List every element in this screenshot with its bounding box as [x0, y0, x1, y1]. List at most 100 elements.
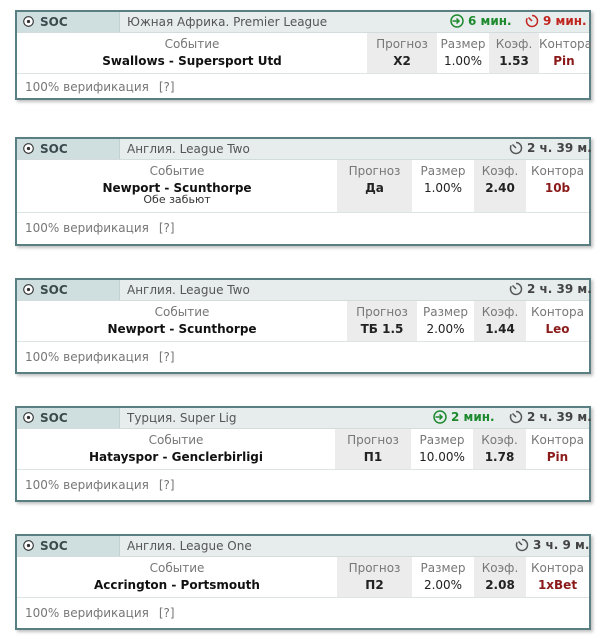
- bet-columns: Событие Newport - Scunthorpe Прогноз ТБ …: [17, 301, 589, 341]
- forecast-header: Прогноз: [376, 37, 428, 51]
- time-end-value: 9 мин.: [543, 14, 587, 28]
- forecast-column: Прогноз Да: [337, 160, 412, 212]
- coef-column: Коэф. 1.44: [474, 301, 526, 341]
- time-end-value: 2 ч. 39 м.: [527, 282, 592, 296]
- coef-column: Коэф. 2.40: [474, 160, 526, 212]
- event-name: Accrington - Portsmouth: [94, 578, 260, 592]
- forecast-value: Да: [365, 181, 384, 195]
- bookmaker-column: Контора Pin: [526, 429, 589, 469]
- verification-help-link[interactable]: [?]: [159, 606, 175, 620]
- size-header: Размер: [420, 164, 466, 178]
- soccer-ball-icon: [23, 284, 34, 295]
- sport-code: SOC: [40, 539, 68, 553]
- forecast-value: X2: [393, 54, 411, 68]
- bet-card: SOC Англия. League One 3 ч. 9 м. Событие…: [15, 534, 591, 630]
- bet-columns: Событие Accrington - Portsmouth Прогноз …: [17, 557, 589, 597]
- event-market: Обе забьют: [143, 193, 211, 206]
- card-footer: 100% верификация [?]: [17, 341, 589, 373]
- time-start-value: 2 мин.: [451, 410, 495, 424]
- card-footer: 100% верификация [?]: [17, 73, 589, 99]
- bookmaker-value: Pin: [546, 450, 569, 464]
- event-column: Событие Newport - Scunthorpe: [17, 301, 347, 341]
- verification-text: 100% верификация [?]: [25, 350, 175, 364]
- coef-value: 2.40: [485, 181, 515, 195]
- verification-label: 100% верификация: [25, 221, 149, 235]
- sport-code: SOC: [40, 283, 68, 297]
- time-to-start: 2 мин.: [433, 410, 495, 424]
- size-header: Размер: [440, 37, 486, 51]
- size-column: Размер 2.00%: [417, 301, 474, 341]
- sport-cell: SOC: [17, 536, 120, 556]
- size-column: Размер 10.00%: [411, 429, 473, 469]
- enter-clock-icon: [433, 410, 447, 424]
- coef-header: Коэф.: [481, 164, 519, 178]
- size-column: Размер 1.00%: [437, 33, 489, 73]
- verification-help-link[interactable]: [?]: [159, 478, 175, 492]
- size-value: 2.00%: [423, 578, 463, 592]
- coef-column: Коэф. 2.08: [474, 557, 526, 597]
- time-to-end: 3 ч. 9 м.: [515, 538, 589, 552]
- time-end-value: 3 ч. 9 м.: [533, 538, 590, 552]
- coef-header: Коэф.: [495, 37, 533, 51]
- forecast-value: ТБ 1.5: [360, 322, 404, 336]
- bet-columns: Событие Swallows - Supersport Utd Прогно…: [17, 33, 593, 73]
- sport-code: SOC: [40, 411, 68, 425]
- size-value: 1.00%: [443, 54, 483, 68]
- event-name: Hatayspor - Genclerbirligi: [88, 450, 264, 464]
- verification-label: 100% верификация: [25, 478, 149, 492]
- soccer-ball-icon: [23, 540, 34, 551]
- sport-cell: SOC: [17, 280, 120, 300]
- sport-code: SOC: [40, 15, 68, 29]
- soccer-ball-icon: [23, 143, 34, 154]
- forecast-column: Прогноз П1: [335, 429, 411, 469]
- time-end-value: 2 ч. 39 м.: [527, 410, 592, 424]
- coef-header: Коэф.: [481, 561, 519, 575]
- league-name: Турция. Super Lig: [127, 411, 237, 425]
- coef-value: 1.78: [484, 450, 515, 464]
- size-header: Размер: [422, 305, 469, 319]
- verification-text: 100% верификация [?]: [25, 80, 175, 94]
- sport-cell: SOC: [17, 12, 120, 32]
- event-header: Событие: [149, 561, 205, 575]
- forecast-column: Прогноз X2: [367, 33, 437, 73]
- coef-value: 1.53: [499, 54, 529, 68]
- forecast-column: Прогноз П2: [337, 557, 412, 597]
- card-footer: 100% верификация [?]: [17, 469, 589, 501]
- verification-help-link[interactable]: [?]: [159, 221, 175, 235]
- bookmaker-value: Leo: [545, 322, 570, 336]
- bookmaker-value: 1xBet: [537, 578, 578, 592]
- event-header: Событие: [154, 305, 210, 319]
- bet-card: SOC Англия. League Two 2 ч. 39 м. Событи…: [15, 137, 592, 246]
- soccer-ball-icon: [23, 412, 34, 423]
- bookmaker-value: 10b: [544, 181, 571, 195]
- event-column: Событие Swallows - Supersport Utd: [17, 33, 367, 73]
- size-column: Размер 1.00%: [412, 160, 474, 212]
- bookmaker-column: Контора 1xBet: [526, 557, 589, 597]
- size-header: Размер: [419, 433, 465, 447]
- bookmaker-value: Pin: [553, 54, 575, 68]
- card-header: SOC Англия. League Two 2 ч. 39 м.: [17, 280, 592, 301]
- verification-label: 100% верификация: [25, 350, 149, 364]
- verification-help-link[interactable]: [?]: [159, 350, 175, 364]
- verification-help-link[interactable]: [?]: [159, 80, 175, 94]
- sport-cell: SOC: [17, 408, 120, 428]
- verification-text: 100% верификация [?]: [25, 478, 175, 492]
- size-value: 2.00%: [426, 322, 465, 336]
- time-to-start: 6 мин.: [450, 14, 512, 28]
- sport-cell: SOC: [17, 139, 120, 159]
- forecast-column: Прогноз ТБ 1.5: [347, 301, 417, 341]
- bookmaker-header: Контора: [539, 37, 593, 51]
- bookmaker-header: Контора: [530, 561, 584, 575]
- bet-columns: Событие Hatayspor - Genclerbirligi Прогн…: [17, 429, 589, 469]
- time-to-end: 9 мин.: [525, 14, 587, 28]
- event-header: Событие: [148, 433, 204, 447]
- time-start-value: 6 мин.: [468, 14, 512, 28]
- card-header: SOC Англия. League One 3 ч. 9 м.: [17, 536, 589, 557]
- card-footer: 100% верификация [?]: [17, 212, 589, 245]
- event-column: Событие Newport - Scunthorpe Обе забьют: [17, 160, 337, 212]
- forecast-header: Прогноз: [348, 561, 401, 575]
- verification-label: 100% верификация: [25, 80, 149, 94]
- verification-text: 100% верификация [?]: [25, 606, 175, 620]
- league-name: Южная Африка. Premier League: [127, 15, 328, 29]
- forecast-header: Прогноз: [348, 164, 401, 178]
